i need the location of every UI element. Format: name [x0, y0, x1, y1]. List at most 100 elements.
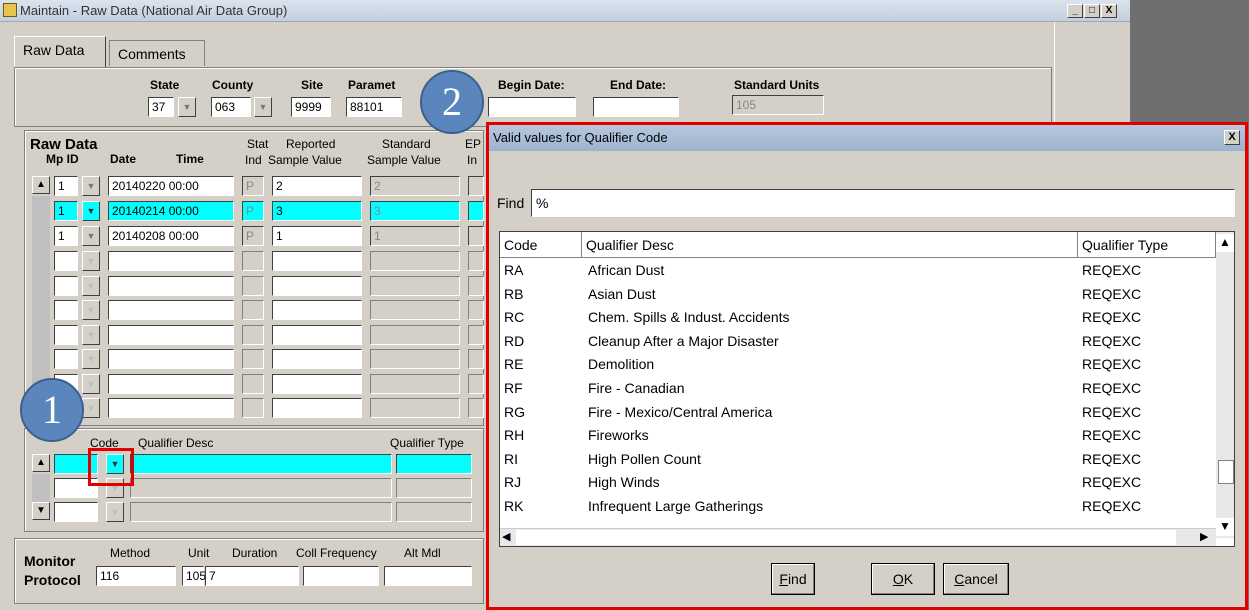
empty-row-dd-icon[interactable]: ▼	[82, 349, 100, 369]
qualifier-scrollbar-track[interactable]	[32, 474, 50, 502]
dialog-scroll-up-icon[interactable]: ▲	[1216, 234, 1234, 252]
qualifier-row[interactable]: RA African Dust REQEXC	[500, 259, 1216, 283]
maximize-button[interactable]: □	[1084, 4, 1100, 18]
empty-row-dd-icon[interactable]: ▼	[82, 373, 100, 394]
empty-row-datetime-field[interactable]	[108, 251, 234, 271]
close-button[interactable]: X	[1101, 4, 1117, 18]
find-button[interactable]: Find	[771, 563, 815, 595]
qualifier-scroll-down-icon[interactable]: ▼	[32, 502, 50, 520]
empty-row-datetime-field[interactable]	[108, 373, 234, 394]
empty-row-dd-icon[interactable]: ▼	[82, 251, 100, 271]
empty-row-datetime-field[interactable]	[108, 324, 234, 345]
empty-row-mp-field[interactable]	[54, 300, 78, 320]
empty-row-datetime-field[interactable]	[108, 398, 234, 418]
empty-row-dd-icon[interactable]: ▼	[82, 275, 100, 296]
empty-row-reported-field[interactable]	[272, 275, 362, 296]
qualifier-row[interactable]: RE Demolition REQEXC	[500, 353, 1216, 377]
minimize-button[interactable]: _	[1067, 4, 1083, 18]
tab-comments[interactable]: Comments	[109, 40, 205, 66]
row1-mp-field[interactable]: 1	[54, 176, 78, 196]
epa-header-bottom: In	[467, 153, 478, 167]
column-header-desc[interactable]: Qualifier Desc	[582, 232, 1078, 258]
row2-epa-field	[468, 201, 484, 221]
find-input[interactable]: %	[531, 189, 1235, 217]
column-header-code[interactable]: Code	[500, 232, 582, 258]
callout-badge-1: 1	[20, 378, 84, 442]
rows-scroll-up-icon[interactable]: ▲	[32, 176, 50, 194]
qualifier-row3-left-field[interactable]	[54, 502, 98, 522]
site-field[interactable]: 9999	[291, 97, 331, 117]
dialog-scroll-down-icon[interactable]: ▼	[1216, 518, 1234, 536]
qualifier-row[interactable]: RK Infrequent Large Gatherings REQEXC	[500, 495, 1216, 519]
dialog-scroll-right-icon[interactable]: ▶	[1200, 530, 1208, 543]
tab-raw-data[interactable]: Raw Data	[14, 36, 106, 68]
row2-reported-field[interactable]: 3	[272, 201, 362, 221]
qualifier-row[interactable]: RC Chem. Spills & Indust. Accidents REQEXC	[500, 306, 1216, 330]
row3-reported-field[interactable]: 1	[272, 226, 362, 246]
row1-reported-field[interactable]: 2	[272, 176, 362, 196]
end-date-field[interactable]	[593, 97, 679, 117]
dialog-vertical-scrollbar[interactable]: ▲ ▼	[1216, 232, 1234, 538]
county-dropdown-icon[interactable]: ▼	[254, 97, 272, 117]
empty-row-reported-field[interactable]	[272, 349, 362, 369]
empty-row-reported-field[interactable]	[272, 373, 362, 394]
duration-field[interactable]: 7	[205, 566, 299, 586]
qualifier-row[interactable]: RH Fireworks REQEXC	[500, 424, 1216, 448]
state-dropdown-icon[interactable]: ▼	[178, 97, 196, 117]
row2-mp-dropdown-icon[interactable]: ▼	[82, 201, 100, 221]
method-field[interactable]: 116	[96, 566, 176, 586]
qualifier-scroll-up-icon[interactable]: ▲	[32, 454, 50, 472]
qualifier-row[interactable]: RI High Pollen Count REQEXC	[500, 448, 1216, 472]
empty-row-reported-field[interactable]	[272, 251, 362, 271]
dialog-scroll-thumb[interactable]	[1218, 460, 1234, 484]
empty-row-dd-icon[interactable]: ▼	[82, 300, 100, 320]
qualifier-row-type: REQEXC	[1082, 309, 1142, 326]
state-field[interactable]: 37	[148, 97, 174, 117]
dialog-hscroll-thumb[interactable]	[516, 530, 1176, 545]
empty-row-reported-field[interactable]	[272, 398, 362, 418]
begin-date-field[interactable]	[488, 97, 576, 117]
empty-row-mp-field[interactable]	[54, 275, 78, 296]
unit-field[interactable]: 105	[182, 566, 206, 586]
empty-row-datetime-field[interactable]	[108, 300, 234, 320]
alt-mdl-field[interactable]	[384, 566, 472, 586]
empty-row-mp-field[interactable]	[54, 251, 78, 271]
row2-datetime-field[interactable]: 20140214 00:00	[108, 201, 234, 221]
dialog-horizontal-scrollbar[interactable]: ◀ ▶	[500, 528, 1216, 546]
qualifier-row[interactable]: RF Fire - Canadian REQEXC	[500, 377, 1216, 401]
qualifier-row-type: REQEXC	[1082, 450, 1142, 467]
row1-datetime-field[interactable]: 20140220 00:00	[108, 176, 234, 196]
empty-row-stat-field	[242, 300, 264, 320]
qualifier-row-type: REQEXC	[1082, 332, 1142, 349]
county-field[interactable]: 063	[211, 97, 251, 117]
coll-frequency-field[interactable]	[303, 566, 379, 586]
row3-mp-dropdown-icon[interactable]: ▼	[82, 226, 100, 246]
empty-row-mp-field[interactable]	[54, 324, 78, 345]
qualifier-row[interactable]: RD Cleanup After a Major Disaster REQEXC	[500, 330, 1216, 354]
qualifier-row3-dropdown-icon[interactable]: ▼	[106, 502, 124, 522]
qualifier-row[interactable]: RG Fire - Mexico/Central America REQEXC	[500, 401, 1216, 425]
qualifier-row[interactable]: RB Asian Dust REQEXC	[500, 283, 1216, 307]
row3-datetime-field[interactable]: 20140208 00:00	[108, 226, 234, 246]
qualifier-row1-type-field[interactable]	[396, 454, 472, 474]
qualifier-row1-desc-field[interactable]	[130, 454, 392, 474]
empty-row-reported-field[interactable]	[272, 324, 362, 345]
row1-mp-dropdown-icon[interactable]: ▼	[82, 176, 100, 196]
empty-row-datetime-field[interactable]	[108, 275, 234, 296]
row2-mp-field[interactable]: 1	[54, 201, 78, 221]
empty-row-datetime-field[interactable]	[108, 349, 234, 369]
row2-standard-field: 3	[370, 201, 460, 221]
qualifier-row[interactable]: RJ High Winds REQEXC	[500, 471, 1216, 495]
empty-row-dd-icon[interactable]: ▼	[82, 324, 100, 345]
dialog-close-icon[interactable]: X	[1224, 130, 1240, 145]
dialog-scroll-left-icon[interactable]: ◀	[502, 530, 510, 543]
row3-mp-field[interactable]: 1	[54, 226, 78, 246]
empty-row-mp-field[interactable]	[54, 349, 78, 369]
empty-row-reported-field[interactable]	[272, 300, 362, 320]
cancel-button[interactable]: Cancel	[943, 563, 1009, 595]
column-header-type[interactable]: Qualifier Type	[1078, 232, 1216, 258]
row1-epa-field	[468, 176, 484, 196]
ok-button[interactable]: OK	[871, 563, 935, 595]
parameter-field[interactable]: 88101	[346, 97, 402, 117]
empty-row-dd-icon[interactable]: ▼	[82, 398, 100, 418]
